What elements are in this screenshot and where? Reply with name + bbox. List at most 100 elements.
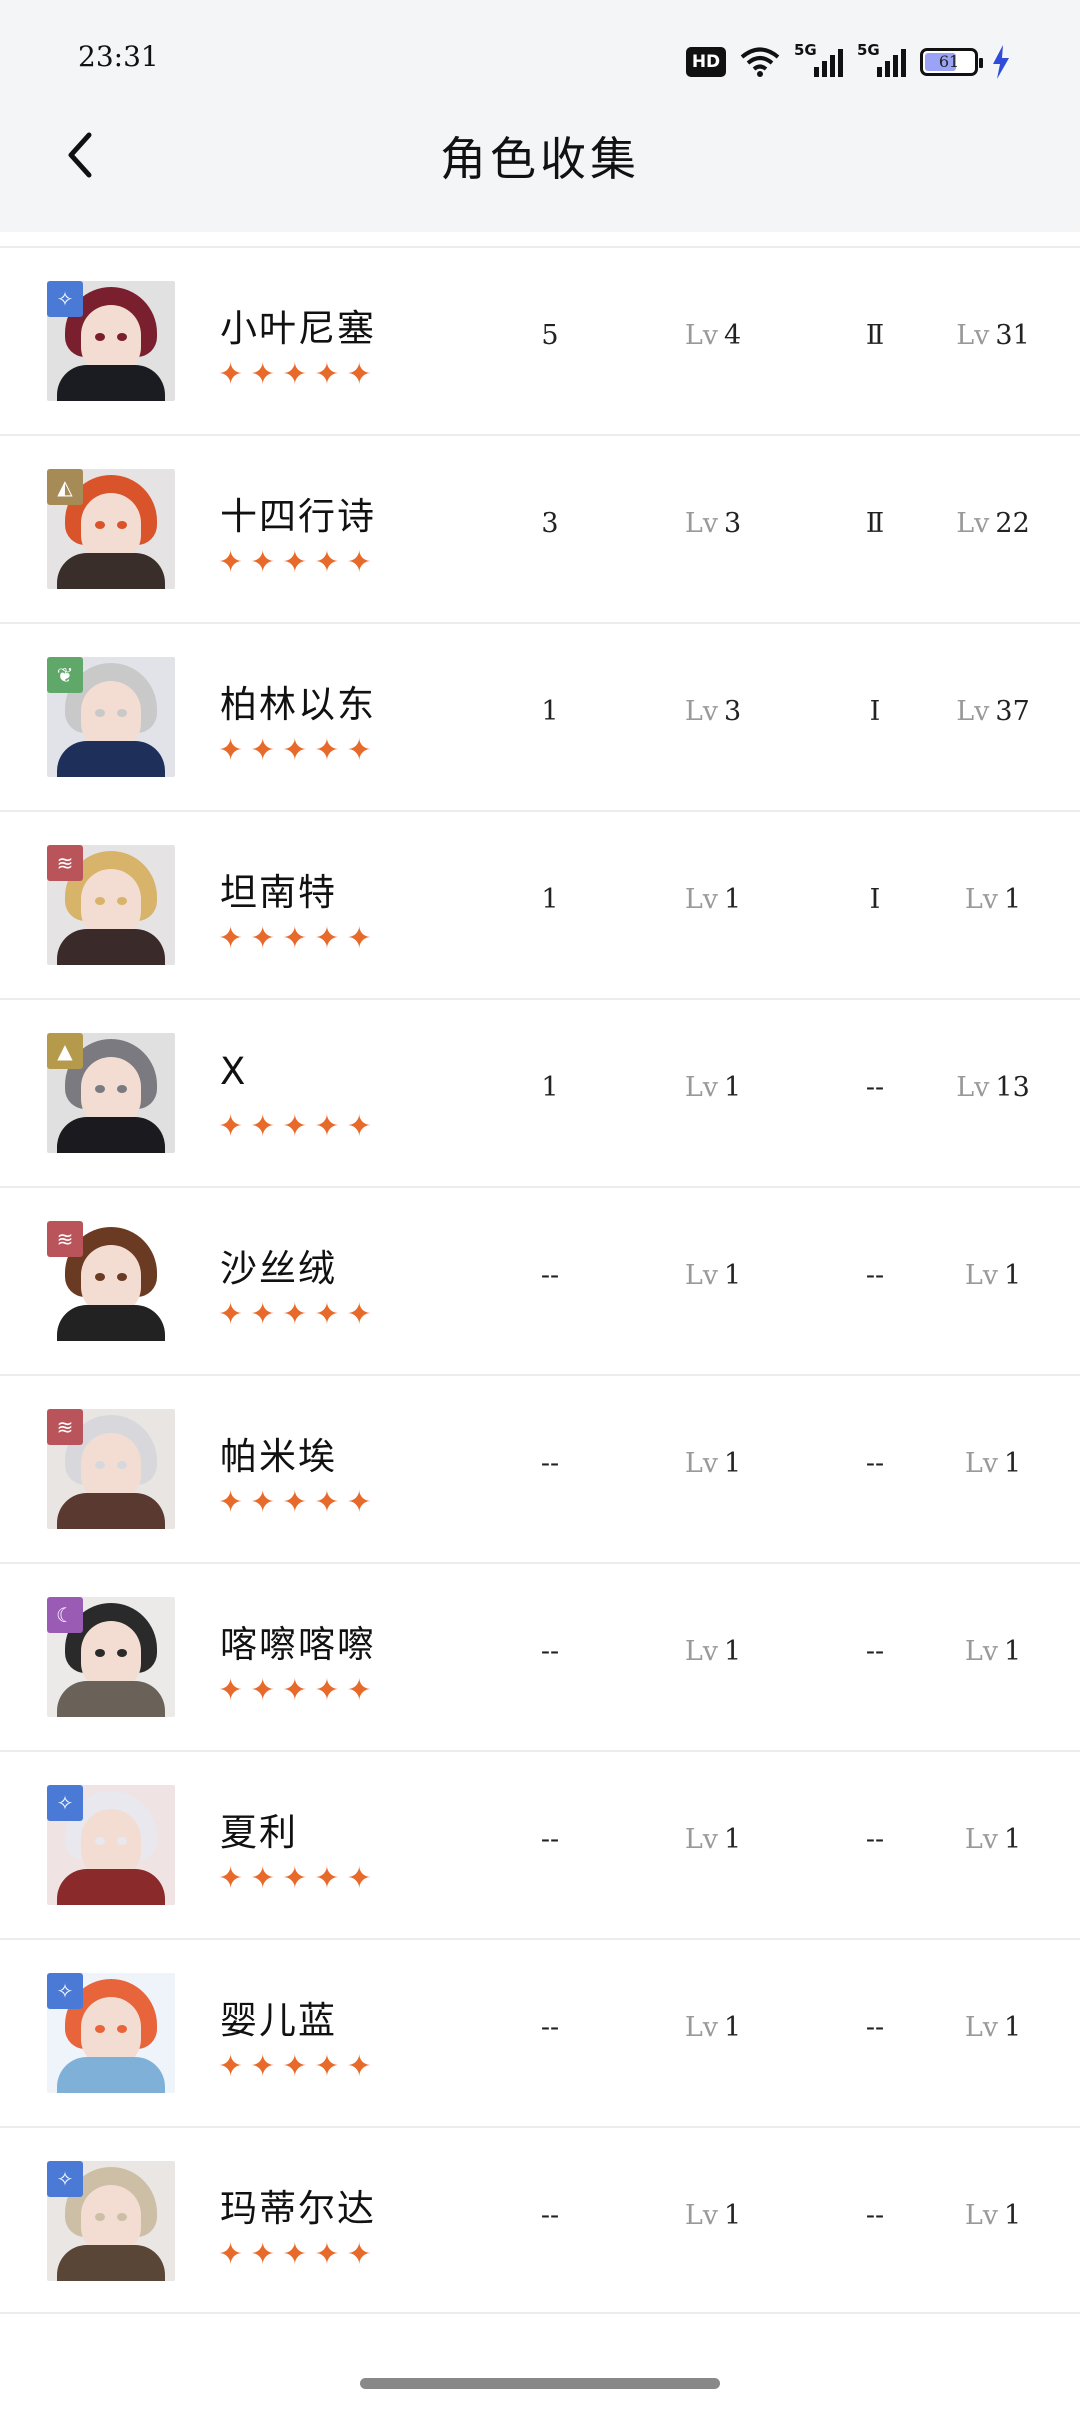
star-icon: ✦ (346, 921, 372, 956)
star-icon: ✦ (282, 733, 308, 768)
star-icon: ✦ (314, 733, 340, 768)
character-row[interactable]: ≋ 帕米埃 ✦ ✦ ✦ ✦ ✦ -- Lv 1 -- Lv 1 (0, 1374, 1080, 1562)
top-bar: 23:31 HD 5G 5G 61 角色收集 (0, 0, 1080, 232)
tier-value: -- (865, 2200, 885, 2231)
awaken-count: 5 (541, 320, 559, 351)
star-icon: ✦ (314, 1485, 340, 1520)
rarity-stars: ✦ ✦ ✦ ✦ ✦ (218, 2240, 372, 2270)
star-icon: ✦ (250, 1861, 276, 1896)
moon-icon: ☾ (47, 1597, 83, 1633)
character-row[interactable]: ❦ 柏林以东 ✦ ✦ ✦ ✦ ✦ 1 Lv 3 Ⅰ Lv 37 (0, 622, 1080, 810)
star-icon: ✦ (218, 545, 244, 580)
character-avatar[interactable]: ❦ (47, 657, 175, 777)
character-row[interactable]: ▲ X ✦ ✦ ✦ ✦ ✦ 1 Lv 1 -- Lv 13 (0, 998, 1080, 1186)
star-icon: ✦ (282, 1109, 308, 1144)
star-icon: ✦ (282, 1485, 308, 1520)
star-icon: ✦ (346, 2237, 372, 2272)
character-level: Lv 31 (956, 320, 1030, 351)
star-icon: ✦ (250, 2237, 276, 2272)
tier-value: -- (865, 1448, 885, 1479)
skill-level: Lv 1 (684, 1636, 742, 1667)
star-icon: ✦ (314, 2237, 340, 2272)
star-icon: ✦ (218, 1297, 244, 1332)
home-indicator[interactable] (360, 2378, 720, 2389)
character-name: 喀嚓喀嚓 (220, 1623, 376, 1666)
awaken-count: 1 (541, 696, 559, 727)
tier-value: -- (865, 1636, 885, 1667)
star-icon: ✦ (250, 545, 276, 580)
tier-value: Ⅰ (869, 696, 881, 727)
character-avatar[interactable]: ≋ (47, 845, 175, 965)
wifi-icon (740, 47, 780, 77)
star-icon: ✦ (250, 1673, 276, 1708)
rarity-stars: ✦ ✦ ✦ ✦ ✦ (218, 736, 372, 766)
character-level: Lv 1 (964, 1260, 1022, 1291)
skill-level: Lv 1 (684, 1260, 742, 1291)
star-icon: ✦ (250, 921, 276, 956)
character-name: 柏林以东 (220, 683, 376, 726)
character-row[interactable]: ✧ 婴儿蓝 ✦ ✦ ✦ ✦ ✦ -- Lv 1 -- Lv 1 (0, 1938, 1080, 2126)
star-icon: ✦ (314, 1297, 340, 1332)
skill-level: Lv 1 (684, 1448, 742, 1479)
character-row[interactable]: ✧ 夏利 ✦ ✦ ✦ ✦ ✦ -- Lv 1 -- Lv 1 (0, 1750, 1080, 1938)
page-title: 角色收集 (440, 132, 640, 186)
character-avatar[interactable]: ✧ (47, 1785, 175, 1905)
leaf-icon: ❦ (47, 657, 83, 693)
character-avatar[interactable]: ✧ (47, 281, 175, 401)
character-name: 坦南特 (220, 871, 337, 914)
rarity-stars: ✦ ✦ ✦ ✦ ✦ (218, 548, 372, 578)
character-row[interactable]: ◭ 十四行诗 ✦ ✦ ✦ ✦ ✦ 3 Lv 3 Ⅱ Lv 22 (0, 434, 1080, 622)
character-row[interactable]: ✧ 小叶尼塞 ✦ ✦ ✦ ✦ ✦ 5 Lv 4 Ⅱ Lv 31 (0, 246, 1080, 434)
tier-value: Ⅰ (869, 884, 881, 915)
diamond-icon: ✧ (47, 1785, 83, 1821)
star-icon: ✦ (314, 545, 340, 580)
character-avatar[interactable]: ≋ (47, 1409, 175, 1529)
character-avatar[interactable]: ≋ (47, 1221, 175, 1341)
tier-value: Ⅱ (865, 320, 885, 351)
skill-level: Lv 1 (684, 1824, 742, 1855)
character-name: 沙丝绒 (220, 1247, 337, 1290)
star-icon: ✦ (346, 2049, 372, 2084)
character-row[interactable]: ☾ 喀嚓喀嚓 ✦ ✦ ✦ ✦ ✦ -- Lv 1 -- Lv 1 (0, 1562, 1080, 1750)
signal-icon-1: 5G (794, 41, 843, 77)
character-level: Lv 13 (956, 1072, 1030, 1103)
character-level: Lv 1 (964, 1824, 1022, 1855)
awaken-count: -- (540, 2200, 560, 2231)
skill-level: Lv 1 (684, 2200, 742, 2231)
star-icon: ✦ (218, 1109, 244, 1144)
star-icon: ✦ (282, 1861, 308, 1896)
skill-level: Lv 1 (684, 1072, 742, 1103)
rarity-stars: ✦ ✦ ✦ ✦ ✦ (218, 1676, 372, 1706)
star-icon: ✦ (282, 1673, 308, 1708)
star-icon: ✦ (250, 2049, 276, 2084)
star-icon: ✦ (250, 1109, 276, 1144)
star-icon: ✦ (218, 1485, 244, 1520)
character-avatar[interactable]: ◭ (47, 469, 175, 589)
diamond-icon: ✧ (47, 1973, 83, 2009)
star-icon: ✦ (314, 1673, 340, 1708)
tier-value: -- (865, 1260, 885, 1291)
awaken-count: -- (540, 1260, 560, 1291)
character-level: Lv 1 (964, 884, 1022, 915)
star-icon: ✦ (218, 2049, 244, 2084)
star-icon: ✦ (250, 1297, 276, 1332)
character-level: Lv 1 (964, 1636, 1022, 1667)
character-avatar[interactable]: ▲ (47, 1033, 175, 1153)
character-avatar[interactable]: ✧ (47, 1973, 175, 2093)
character-avatar[interactable]: ☾ (47, 1597, 175, 1717)
character-row[interactable]: ✧ 玛蒂尔达 ✦ ✦ ✦ ✦ ✦ -- Lv 1 -- Lv 1 (0, 2126, 1080, 2314)
signal-icon-2: 5G (857, 41, 906, 77)
skill-level: Lv 4 (684, 320, 742, 351)
star-icon: ✦ (218, 733, 244, 768)
awaken-count: -- (540, 2012, 560, 2043)
skill-level: Lv 1 (684, 884, 742, 915)
tier-value: Ⅱ (865, 508, 885, 539)
star-icon: ✦ (282, 2049, 308, 2084)
character-row[interactable]: ≋ 坦南特 ✦ ✦ ✦ ✦ ✦ 1 Lv 1 Ⅰ Lv 1 (0, 810, 1080, 998)
star-icon: ✦ (282, 921, 308, 956)
character-row[interactable]: ≋ 沙丝绒 ✦ ✦ ✦ ✦ ✦ -- Lv 1 -- Lv 1 (0, 1186, 1080, 1374)
character-avatar[interactable]: ✧ (47, 2161, 175, 2281)
rarity-stars: ✦ ✦ ✦ ✦ ✦ (218, 924, 372, 954)
star-icon: ✦ (314, 921, 340, 956)
claw-icon: ≋ (47, 1409, 83, 1445)
